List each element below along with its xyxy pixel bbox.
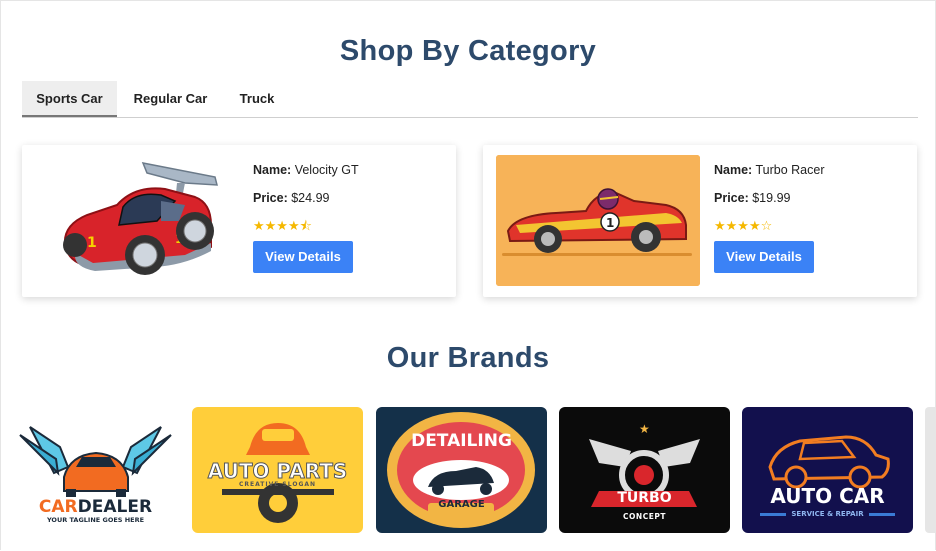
our-brands-title: Our Brands	[386, 342, 550, 374]
product-image-turbo-racer: 1	[496, 155, 700, 286]
brand-logo-turbo[interactable]: ★ TURBO CONCEPT	[559, 407, 730, 533]
brand-name: DETAILING	[411, 431, 512, 451]
svg-text:1: 1	[87, 235, 97, 251]
brand-name-part: DEALER	[77, 497, 153, 517]
product-price: $19.99	[752, 191, 791, 205]
brand-logo-auto-parts[interactable]: AUTO PARTS CREATIVE SLOGAN	[192, 407, 363, 533]
product-price: $24.99	[291, 191, 330, 205]
brand-name: TURBO	[617, 490, 672, 506]
star-rating: ★★★★☆	[714, 218, 773, 233]
carousel-scrollbar[interactable]	[925, 407, 936, 533]
brand-name: AUTO PARTS	[207, 459, 348, 484]
svg-text:1: 1	[606, 216, 614, 230]
brand-logo-car-dealer[interactable]: CARDEALER YOUR TAGLINE GOES HERE	[10, 407, 181, 533]
brands-carousel: CARDEALER YOUR TAGLINE GOES HERE AUTO PA…	[0, 407, 936, 533]
brand-name-part: CAR	[38, 497, 78, 517]
price-label: Price:	[253, 191, 288, 205]
view-details-button[interactable]: View Details	[253, 241, 353, 273]
brand-logo-detailing[interactable]: DETAILING GARAGE	[376, 407, 547, 533]
shop-by-category-title: Shop By Category	[339, 35, 597, 67]
brand-name: CARDEALER	[10, 497, 181, 517]
product-price-row: Price: $24.99	[253, 191, 359, 219]
product-card: 1 1 Name: Velocity GT Price: $24.99 ★★★★…	[22, 145, 456, 297]
product-price-row: Price: $19.99	[714, 191, 824, 219]
product-name: Velocity GT	[294, 163, 359, 177]
price-label: Price:	[714, 191, 749, 205]
name-label: Name:	[714, 163, 753, 177]
brand-name: AUTO CAR	[770, 484, 885, 508]
brand-tagline: SERVICE & REPAIR	[791, 510, 864, 518]
brand-tagline: CREATIVE SLOGAN	[238, 481, 317, 488]
category-tabs: Sports Car Regular Car Truck	[22, 81, 918, 118]
tab-sports-car[interactable]: Sports Car	[22, 81, 117, 117]
brand-tagline: YOUR TAGLINE GOES HERE	[46, 516, 145, 524]
product-image-velocity-gt: 1 1	[35, 155, 239, 286]
view-details-button[interactable]: View Details	[714, 241, 814, 273]
svg-text:★: ★	[639, 422, 650, 436]
tab-regular-car[interactable]: Regular Car	[122, 81, 219, 116]
product-name: Turbo Racer	[755, 163, 825, 177]
brand-tagline: CONCEPT	[623, 512, 666, 521]
product-name-row: Name: Turbo Racer	[714, 163, 824, 191]
name-label: Name:	[253, 163, 292, 177]
product-name-row: Name: Velocity GT	[253, 163, 359, 191]
brand-logo-auto-car[interactable]: AUTO CAR SERVICE & REPAIR	[742, 407, 913, 533]
product-card: 1 Name: Turbo Racer Price: $19.99 ★★★★☆ …	[483, 145, 917, 297]
tab-truck[interactable]: Truck	[227, 81, 287, 116]
brand-tagline: GARAGE	[438, 499, 485, 510]
star-rating: ★★★★⯪	[253, 218, 312, 233]
